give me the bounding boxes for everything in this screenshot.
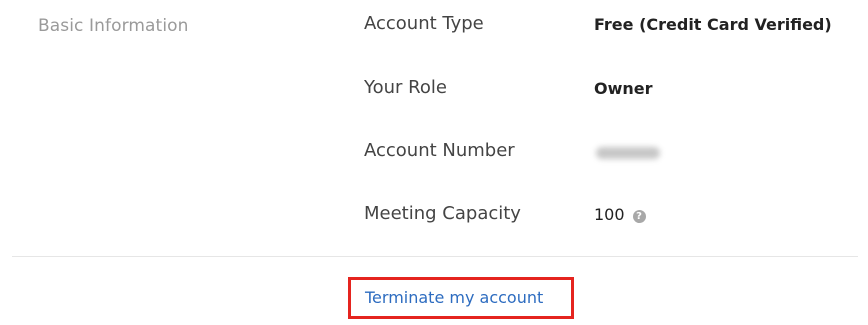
meeting-capacity-label: Meeting Capacity	[364, 203, 521, 224]
section-divider	[12, 256, 858, 257]
row-meeting-capacity: Meeting Capacity 100?	[364, 203, 854, 233]
account-profile-page: Basic Information Account Type Free (Cre…	[0, 0, 868, 325]
account-type-value: Free (Credit Card Verified)	[594, 15, 832, 34]
meeting-capacity-value: 100	[594, 205, 625, 224]
your-role-label: Your Role	[364, 77, 447, 98]
meeting-capacity-value-wrap: 100?	[594, 205, 646, 224]
terminate-account-link[interactable]: Terminate my account	[365, 288, 543, 307]
account-number-value-redacted	[596, 147, 660, 159]
question-circle-icon[interactable]: ?	[632, 210, 646, 223]
row-account-type: Account Type Free (Credit Card Verified)	[364, 13, 854, 43]
account-type-label: Account Type	[364, 13, 484, 34]
row-your-role: Your Role Owner	[364, 77, 854, 107]
account-number-label: Account Number	[364, 140, 515, 161]
section-title-basic-information: Basic Information	[38, 16, 189, 36]
your-role-value: Owner	[594, 79, 653, 98]
row-account-number: Account Number	[364, 140, 854, 170]
